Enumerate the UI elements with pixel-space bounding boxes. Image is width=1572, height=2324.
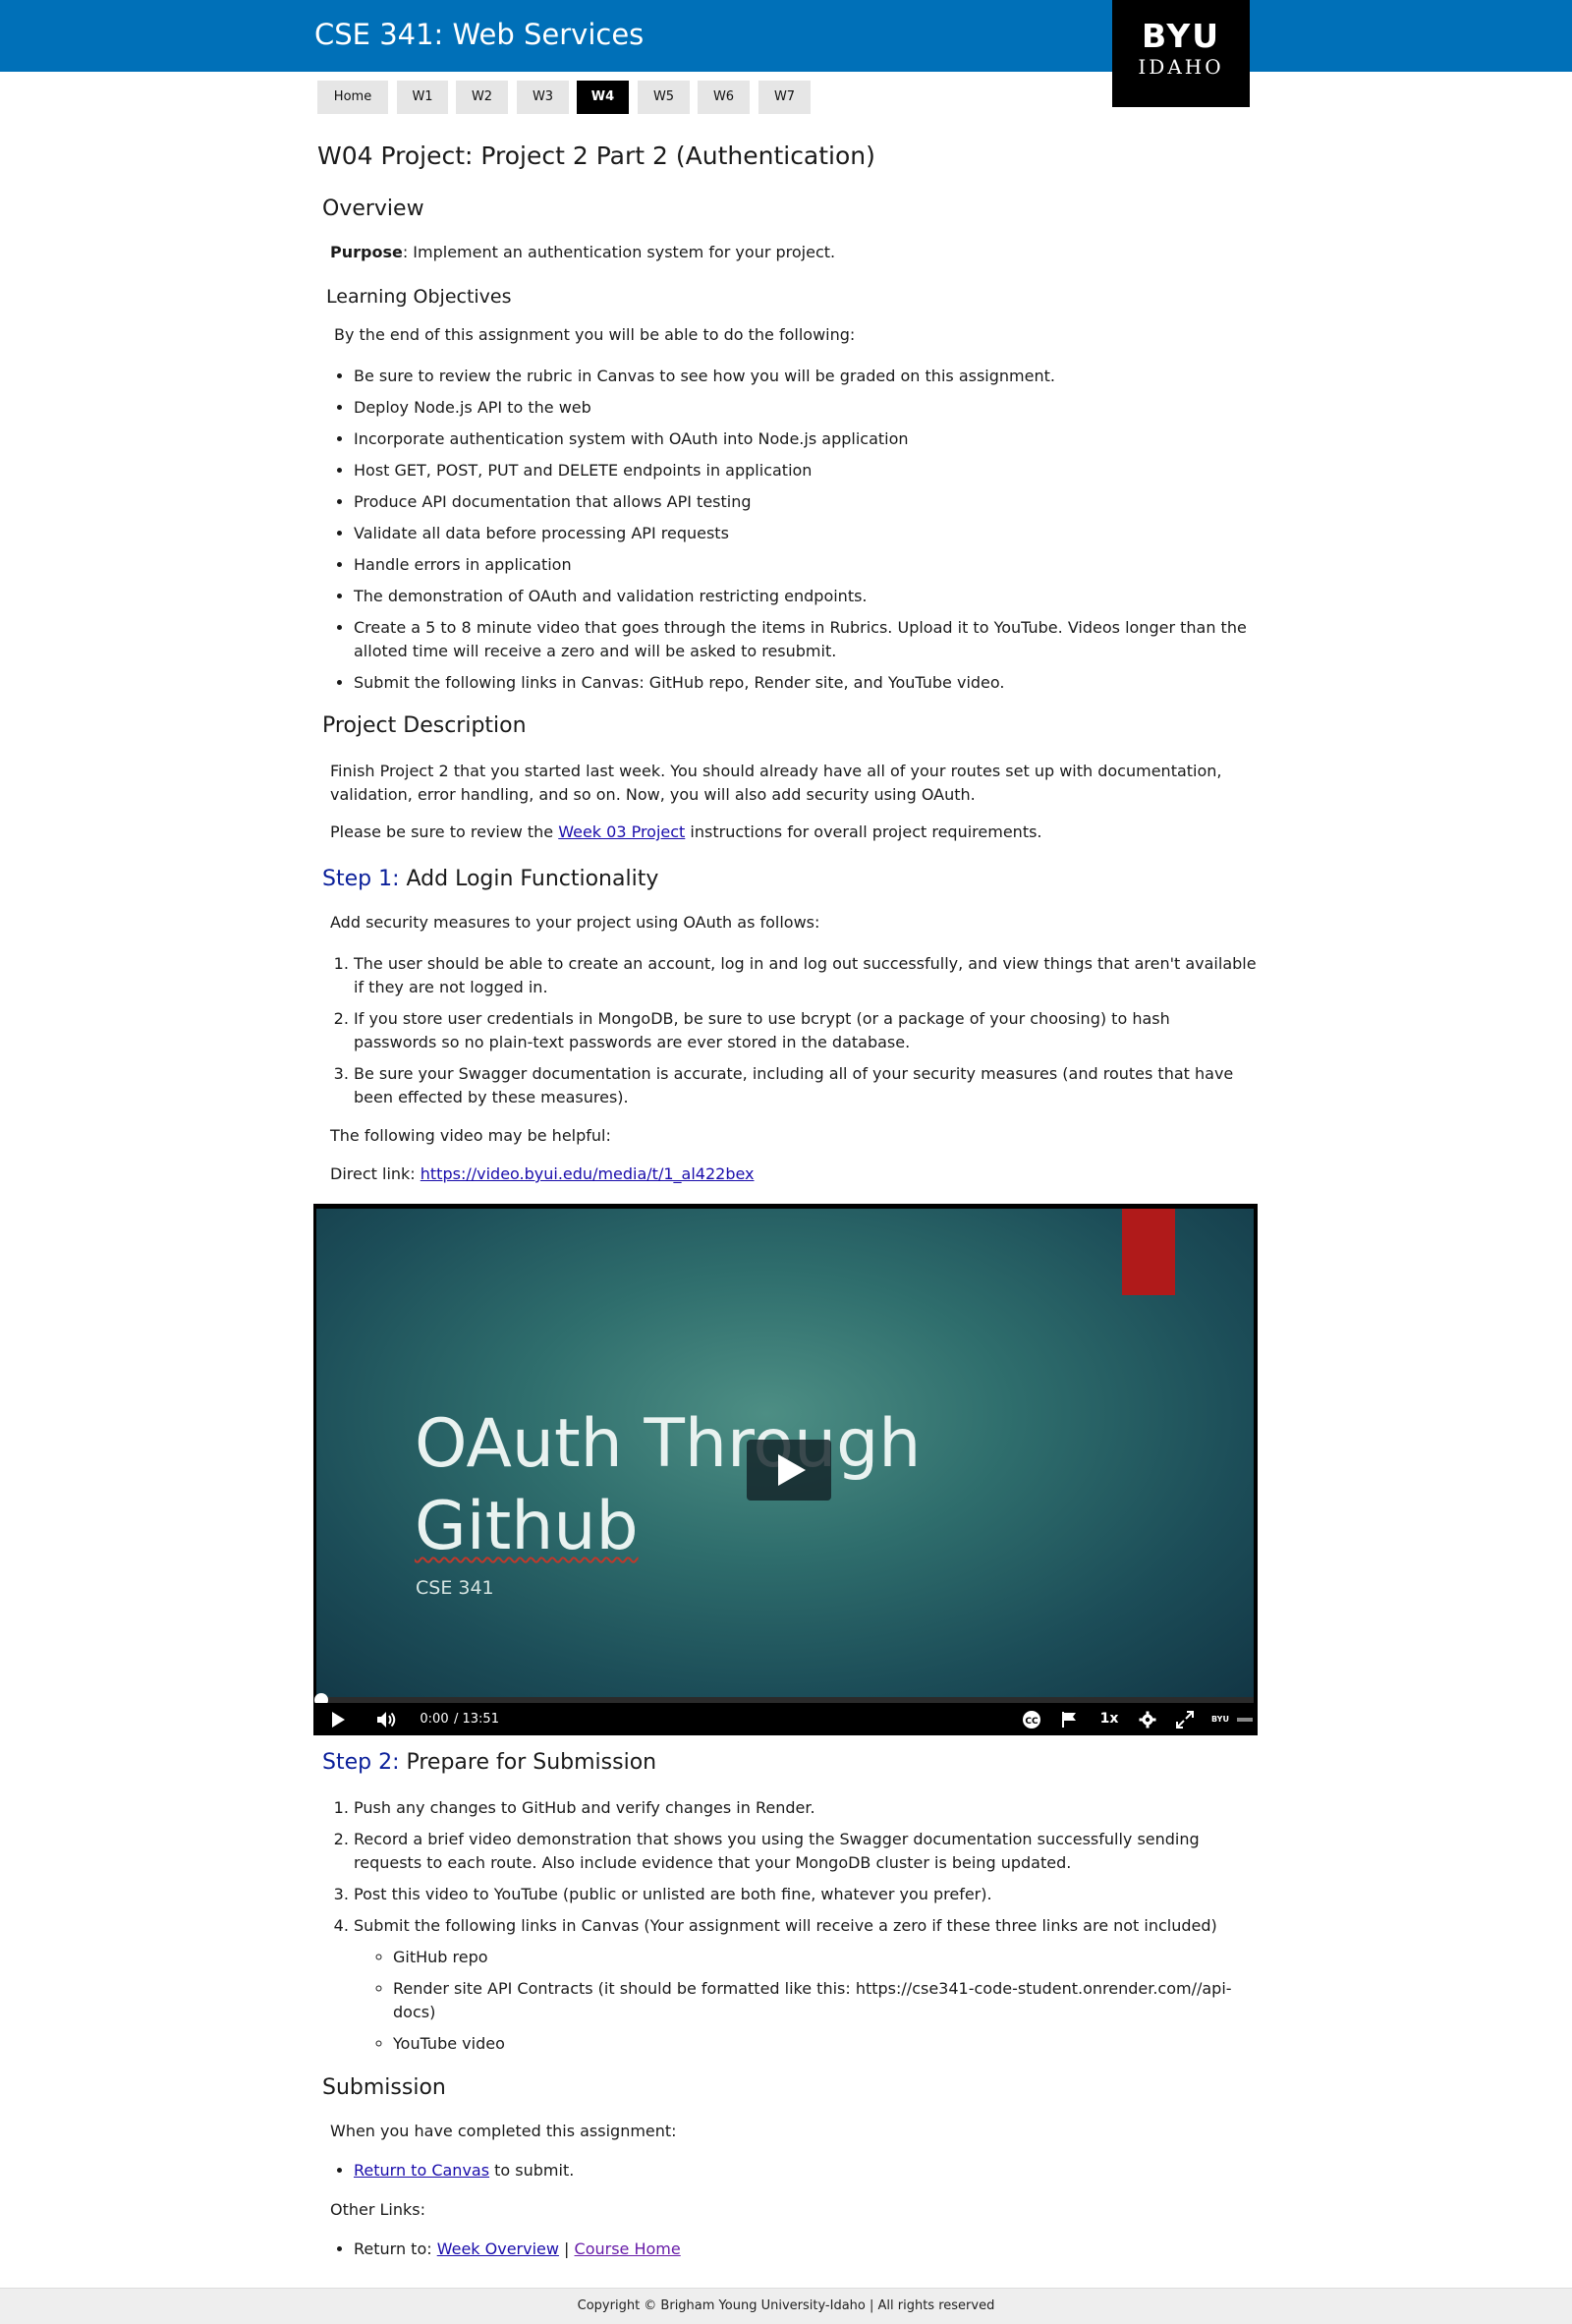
canvas-after-text: to submit. <box>489 2161 575 2180</box>
purpose-text: : Implement an authentication system for… <box>402 243 836 261</box>
site-title: CSE 341: Web Services <box>314 18 645 51</box>
fullscreen-icon[interactable] <box>1174 1703 1196 1735</box>
list-item: Return to Canvas to submit. <box>354 2161 574 2180</box>
list-item: Be sure your Swagger documentation is ac… <box>354 1062 1258 1109</box>
step2-submit-text: Submit the following links in Canvas (Yo… <box>354 1916 1217 1935</box>
list-item: Handle errors in application <box>354 553 1258 577</box>
logo-idaho-text: IDAHO <box>1138 55 1224 79</box>
total-time: / 13:51 <box>454 1712 499 1727</box>
step1-intro: Add security measures to your project us… <box>330 913 820 932</box>
svg-text:CC: CC <box>1025 1717 1039 1727</box>
direct-video-link[interactable]: https://video.byui.edu/media/t/1_al422be… <box>421 1164 755 1183</box>
direct-link-label: Direct link: <box>330 1164 421 1183</box>
list-item: Push any changes to GitHub and verify ch… <box>354 1796 1258 1820</box>
objectives-list: Be sure to review the rubric in Canvas t… <box>354 365 1258 703</box>
list-item: Return to: Week Overview | Course Home <box>354 2239 681 2258</box>
kaltura-brand-logo[interactable]: BYU <box>1207 1703 1233 1735</box>
list-item: GitHub repo <box>393 1946 1258 1969</box>
list-item: The user should be able to create an acc… <box>354 952 1258 999</box>
submission-intro: When you have completed this assignment: <box>330 2122 677 2140</box>
learning-objectives-heading: Learning Objectives <box>326 286 512 308</box>
volume-icon[interactable] <box>374 1703 400 1735</box>
step1-title: Add Login Functionality <box>399 867 659 891</box>
play-icon[interactable] <box>327 1703 349 1735</box>
logo-byu-text: BYU <box>1141 17 1221 55</box>
big-play-button[interactable] <box>747 1440 831 1501</box>
step2-heading: Step 2: Prepare for Submission <box>322 1748 656 1778</box>
list-item: Submit the following links in Canvas: Gi… <box>354 671 1258 695</box>
tab-w4[interactable]: W4 <box>577 81 629 114</box>
tab-w2[interactable]: W2 <box>456 81 508 114</box>
video-controls: 0:00 / 13:51 CC 1x BYU <box>313 1703 1258 1735</box>
link-separator: | <box>558 2239 575 2258</box>
video-screen[interactable]: OAuth Through Github CSE 341 <box>316 1209 1254 1697</box>
list-item: Produce API documentation that allows AP… <box>354 490 1258 514</box>
objectives-intro: By the end of this assignment you will b… <box>334 325 856 344</box>
slide-subtitle: CSE 341 <box>416 1577 494 1599</box>
return-to-label: Return to: <box>354 2239 437 2258</box>
submission-heading: Submission <box>322 2075 446 2100</box>
step2-list: Push any changes to GitHub and verify ch… <box>354 1796 1258 2064</box>
slide-title: OAuth Through Github <box>415 1403 921 1568</box>
list-item: Validate all data before processing API … <box>354 522 1258 545</box>
list-item: YouTube video <box>393 2032 1258 2056</box>
week3-reference-paragraph: Please be sure to review the Week 03 Pro… <box>330 822 1042 841</box>
list-item: Submit the following links in Canvas (Yo… <box>354 1914 1258 2056</box>
playback-speed-button[interactable]: 1x <box>1097 1703 1121 1735</box>
step2-sublist: GitHub repo Render site API Contracts (i… <box>393 1946 1258 2056</box>
list-item: Be sure to review the rubric in Canvas t… <box>354 365 1258 388</box>
byu-idaho-logo[interactable]: BYU IDAHO <box>1112 0 1250 107</box>
copyright-text: Copyright © Brigham Young University-Ida… <box>577 2298 995 2313</box>
slide-bookmark-decoration <box>1122 1209 1175 1295</box>
list-item: Render site API Contracts (it should be … <box>393 1977 1258 2024</box>
list-item: If you store user credentials in MongoDB… <box>354 1007 1258 1054</box>
page-title: W04 Project: Project 2 Part 2 (Authentic… <box>317 142 875 170</box>
closed-captions-icon[interactable]: CC <box>1021 1703 1042 1735</box>
list-item: Incorporate authentication system with O… <box>354 427 1258 451</box>
tab-w6[interactable]: W6 <box>698 81 750 114</box>
course-home-link[interactable]: Course Home <box>575 2239 681 2258</box>
step2-label: Step 2: <box>322 1750 400 1775</box>
project-description-paragraph: Finish Project 2 that you started last w… <box>330 762 1222 804</box>
week-03-project-link[interactable]: Week 03 Project <box>558 822 685 841</box>
tab-w5[interactable]: W5 <box>638 81 690 114</box>
other-links-list: Return to: Week Overview | Course Home <box>354 2239 681 2266</box>
purpose-label: Purpose <box>330 243 403 261</box>
step2-title: Prepare for Submission <box>399 1750 657 1775</box>
list-item: The demonstration of OAuth and validatio… <box>354 585 1258 608</box>
tab-w3[interactable]: W3 <box>517 81 569 114</box>
other-links-label: Other Links: <box>330 2200 426 2219</box>
site-header: CSE 341: Web Services <box>0 0 1572 72</box>
video-note: The following video may be helpful: <box>330 1126 611 1145</box>
page-footer: Copyright © Brigham Young University-Ida… <box>0 2288 1572 2324</box>
week-overview-link[interactable]: Week Overview <box>437 2239 559 2258</box>
tab-home[interactable]: Home <box>317 81 388 114</box>
step1-heading: Step 1: Add Login Functionality <box>322 865 658 894</box>
return-to-canvas-link[interactable]: Return to Canvas <box>354 2161 489 2180</box>
direct-link-paragraph: Direct link: https://video.byui.edu/medi… <box>330 1164 755 1183</box>
overview-heading: Overview <box>322 197 424 221</box>
video-brand-mark <box>1235 1703 1255 1735</box>
step1-list: The user should be able to create an acc… <box>354 952 1258 1117</box>
list-item: Host GET, POST, PUT and DELETE endpoints… <box>354 459 1258 482</box>
ref-text-before: Please be sure to review the <box>330 822 559 841</box>
tab-w7[interactable]: W7 <box>758 81 811 114</box>
list-item: Record a brief video demonstration that … <box>354 1828 1258 1875</box>
list-item: Create a 5 to 8 minute video that goes t… <box>354 616 1258 663</box>
purpose-paragraph: Purpose: Implement an authentication sys… <box>330 243 835 261</box>
flag-icon[interactable] <box>1058 1703 1080 1735</box>
project-description-heading: Project Description <box>322 713 527 738</box>
tab-w1[interactable]: W1 <box>397 81 448 114</box>
ref-text-after: instructions for overall project require… <box>685 822 1042 841</box>
list-item: Deploy Node.js API to the web <box>354 396 1258 420</box>
submission-list: Return to Canvas to submit. <box>354 2161 574 2187</box>
list-item: Post this video to YouTube (public or un… <box>354 1883 1258 1906</box>
slide-title-line1: OAuth Through <box>415 1405 922 1483</box>
video-player[interactable]: OAuth Through Github CSE 341 0:00 / 13:5… <box>313 1204 1258 1735</box>
current-time: 0:00 <box>420 1712 449 1727</box>
step1-label: Step 1: <box>322 867 400 891</box>
gear-icon[interactable] <box>1137 1703 1158 1735</box>
slide-title-line2: Github <box>415 1488 639 1565</box>
